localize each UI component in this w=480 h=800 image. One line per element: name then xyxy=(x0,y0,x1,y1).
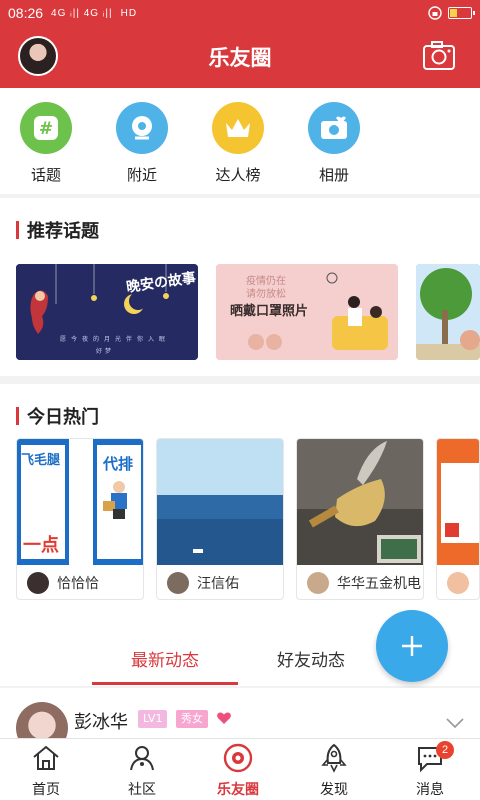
hot-card-image xyxy=(157,439,283,565)
hot-card[interactable]: 汪信佑 xyxy=(156,438,284,600)
hot-card-username: 华华五金机电 xyxy=(337,576,421,592)
quick-nearby-label: 附近 xyxy=(126,166,157,184)
camera-icon[interactable] xyxy=(422,39,456,73)
card-text: 代排 xyxy=(103,455,134,473)
battery-icon xyxy=(448,7,475,19)
quick-ranking-label: 达人榜 xyxy=(215,166,261,184)
section-header: 推荐话题 xyxy=(16,220,99,242)
hot-card-user xyxy=(437,565,479,599)
status-bar: 08:26 4G ᵢ|| 4G ᵢ|| HD xyxy=(0,0,480,26)
hot-card-image: 飞毛腿 一点 代排 xyxy=(17,439,143,565)
location-icon xyxy=(116,102,168,154)
topic-subtext2: 请勿放松 xyxy=(246,289,286,300)
hot-card-username: 恰恰恰 xyxy=(57,576,99,592)
nav-messages[interactable]: 2 消息 xyxy=(390,741,470,799)
hash-icon: # xyxy=(20,102,72,154)
hot-card[interactable] xyxy=(436,438,480,600)
hot-today-section: 今日热门 飞毛腿 一点 代排 恰恰恰 汪信佑 华华五金机电 xyxy=(0,384,480,628)
crown-icon xyxy=(212,102,264,154)
section-header: 今日热门 xyxy=(16,406,99,428)
user-avatar[interactable] xyxy=(18,36,58,76)
status-time: 08:26 xyxy=(8,5,44,21)
topic-subtext2: 好梦 xyxy=(96,348,115,355)
feed-user-name[interactable]: 彭冰华 xyxy=(74,708,128,734)
quick-topic-button[interactable]: # 话题 xyxy=(6,102,86,185)
avatar[interactable] xyxy=(16,702,68,738)
nav-label: 首页 xyxy=(32,782,60,798)
quick-album-button[interactable]: 相册 xyxy=(294,102,374,185)
nav-label: 发现 xyxy=(320,782,348,798)
hd-indicator: HD xyxy=(120,7,138,19)
delivery-person-icon xyxy=(103,481,127,519)
rocket-icon xyxy=(321,743,347,773)
hot-card-username: 汪信佑 xyxy=(197,576,239,592)
nav-home[interactable]: 首页 xyxy=(6,743,86,799)
page-title: 乐友圈 xyxy=(208,46,272,70)
nav-discover[interactable]: 发现 xyxy=(294,743,374,799)
hot-card-user: 华华五金机电 xyxy=(297,565,423,599)
add-post-button[interactable] xyxy=(376,610,448,682)
nav-label: 乐友圈 xyxy=(217,782,259,798)
hot-card-user: 汪信佑 xyxy=(157,565,283,599)
level-badge: LV1 xyxy=(138,710,168,728)
circle-eye-icon xyxy=(223,743,253,773)
quick-menu: # 话题 附近 达人榜 相册 xyxy=(0,88,480,194)
quick-topic-label: 话题 xyxy=(30,166,61,184)
quick-ranking-button[interactable]: 达人榜 xyxy=(198,102,278,185)
topic-subtext: 愿今夜的月光伴你入眠 xyxy=(60,336,171,343)
community-icon xyxy=(130,746,154,771)
hot-card-user: 恰恰恰 xyxy=(17,565,143,599)
active-tab-indicator xyxy=(92,682,238,685)
topic-caption: 晒戴口罩照片 xyxy=(230,304,309,319)
camera-icon xyxy=(308,102,360,154)
chevron-down-icon[interactable] xyxy=(446,718,464,728)
quick-nearby-button[interactable]: 附近 xyxy=(102,102,182,185)
tag-badge: 秀女 xyxy=(176,710,208,728)
top-bar: 08:26 4G ᵢ|| 4G ᵢ|| HD 乐友圈 xyxy=(0,0,480,88)
tab-latest[interactable]: 最新动态 xyxy=(131,646,199,671)
tab-friends[interactable]: 好友动态 xyxy=(277,646,345,671)
home-icon xyxy=(33,745,59,770)
hot-card-image xyxy=(437,439,479,565)
card-text: 一点 xyxy=(23,535,59,556)
topic-card[interactable]: 晚安の故事 愿今夜的月光伴你入眠 好梦 xyxy=(16,264,198,360)
card-text: 飞毛腿 xyxy=(21,453,61,468)
nav-community[interactable]: 社区 xyxy=(102,743,182,799)
bottom-navigation: 首页 社区 乐友圈 发现 2 消息 xyxy=(0,738,480,800)
quick-album-label: 相册 xyxy=(318,166,349,184)
svg-text:#: # xyxy=(39,119,53,139)
topic-card[interactable] xyxy=(416,264,480,360)
avatar xyxy=(27,572,49,594)
hot-card[interactable]: 飞毛腿 一点 代排 恰恰恰 xyxy=(16,438,144,600)
welding-photo-image xyxy=(297,439,423,565)
topic-card[interactable]: 疫情仍在 请勿放松 晒戴口罩照片 xyxy=(216,264,398,360)
sea-photo-image xyxy=(157,439,283,565)
recommended-title: 推荐话题 xyxy=(27,221,99,242)
avatar xyxy=(307,572,329,594)
hot-card-image xyxy=(297,439,423,565)
plus-icon xyxy=(402,636,422,656)
nav-label: 消息 xyxy=(416,782,444,798)
hot-today-title: 今日热门 xyxy=(27,407,99,428)
message-count-badge: 2 xyxy=(436,741,454,759)
lock-rotation-icon xyxy=(428,6,442,20)
recommended-section: 推荐话题 晚安の故事 愿今夜的月光伴你入眠 好梦 疫情仍在 请勿放松 晒戴口罩照… xyxy=(0,198,480,376)
nav-label: 社区 xyxy=(128,782,156,798)
nav-circle[interactable]: 乐友圈 xyxy=(198,743,278,799)
app-header: 乐友圈 xyxy=(0,26,480,88)
signal-indicator: 4G ᵢ|| 4G ᵢ|| xyxy=(51,7,113,19)
hot-card[interactable]: 华华五金机电 xyxy=(296,438,424,600)
feed-item[interactable]: 彭冰华 LV1 秀女 xyxy=(0,688,480,738)
heart-icon xyxy=(217,712,231,724)
tree-photo-image xyxy=(416,264,480,360)
avatar xyxy=(447,572,469,594)
avatar xyxy=(167,572,189,594)
